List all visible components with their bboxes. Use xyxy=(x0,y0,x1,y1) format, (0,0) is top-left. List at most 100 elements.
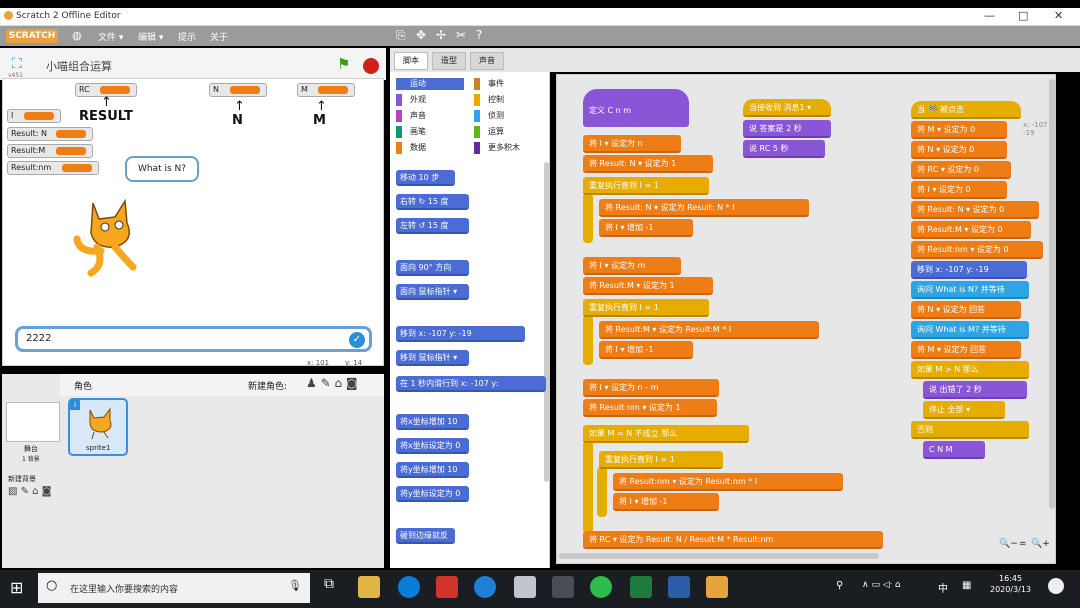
word-icon[interactable] xyxy=(668,576,690,598)
data-block[interactable]: 将 I ▾ 设定为 n - m xyxy=(583,379,719,397)
palette-block[interactable]: 移动 10 步 xyxy=(396,170,455,186)
grow-icon[interactable]: ✥ xyxy=(416,28,426,42)
close-button[interactable]: ✕ xyxy=(1054,9,1063,22)
menu-tips[interactable]: 提示 xyxy=(178,30,196,43)
palette-block[interactable]: 将y坐标设定为 0 xyxy=(396,486,469,502)
data-block[interactable]: 将 I ▾ 设定为 m xyxy=(583,257,681,275)
menu-file[interactable]: 文件 ▾ xyxy=(98,30,123,43)
flag-script-block[interactable]: 询问 What is M? 并等待 xyxy=(911,321,1029,339)
data-block[interactable]: 将 Result:M ▾ 设定为 1 xyxy=(583,277,713,295)
flag-script-block[interactable]: 将 M ▾ 设定为 0 xyxy=(911,121,1007,139)
data-block[interactable]: 将 RC ▾ 设定为 Result: N / Result:M * Result… xyxy=(583,531,883,549)
backdrop-tools-icon[interactable]: ▨ ✎ ⌂ ◙ xyxy=(8,486,51,497)
stop-icon[interactable] xyxy=(363,58,379,74)
data-block[interactable]: 将 I ▾ 增加 -1 xyxy=(613,493,719,511)
palette-block[interactable]: 在 1 秒内滑行到 x: -107 y: xyxy=(396,376,546,392)
windows-start-icon[interactable]: ⊞ xyxy=(10,578,23,597)
help-icon[interactable]: ? xyxy=(476,28,482,42)
say-block[interactable]: 说 RC 5 秒 xyxy=(743,140,825,158)
flag-script-block[interactable]: 移到 x: -107 y: -19 xyxy=(911,261,1027,279)
flag-script-block[interactable]: 停止 全部 ▾ xyxy=(923,401,1005,419)
notification-icon[interactable] xyxy=(1048,578,1064,594)
category-0[interactable]: 运动 xyxy=(396,78,464,90)
horizontal-scrollbar[interactable] xyxy=(559,553,879,559)
palette-block[interactable]: 将y坐标增加 10 xyxy=(396,462,469,478)
minimize-button[interactable]: — xyxy=(984,9,995,22)
category-4[interactable]: 数据 xyxy=(396,142,464,154)
flag-script-block[interactable]: 将 RC ▾ 设定为 0 xyxy=(911,161,1011,179)
flag-script-block[interactable]: 将 I ▾ 设定为 0 xyxy=(911,181,1007,199)
control-block[interactable]: 如果 M = N 不成立 那么 xyxy=(583,425,749,443)
zoom-reset-icon[interactable]: = xyxy=(1019,539,1027,549)
zoom-in-icon[interactable]: 🔍+ xyxy=(1031,539,1050,549)
category-8[interactable]: 运算 xyxy=(474,126,542,138)
when-receive-block[interactable]: 当接收到 消息1 ▾ xyxy=(743,99,831,117)
edge-icon[interactable] xyxy=(398,576,420,598)
category-7[interactable]: 侦测 xyxy=(474,110,542,122)
taskbar-search[interactable]: ○ 在这里输入你要搜索的内容 🎙 xyxy=(38,573,310,603)
flag-script-block[interactable]: 将 Result:nm ▾ 设定为 0 xyxy=(911,241,1043,259)
info-icon[interactable]: i xyxy=(70,400,80,410)
ie-icon[interactable] xyxy=(474,576,496,598)
flag-script-block[interactable]: 将 M ▾ 设定为 回答 xyxy=(911,341,1021,359)
palette-block[interactable]: 碰到边缘就反弹 xyxy=(396,528,455,556)
maximize-button[interactable]: □ xyxy=(1018,9,1028,22)
flag-script-block[interactable]: 将 Result:M ▾ 设定为 0 xyxy=(911,221,1031,239)
vertical-scrollbar[interactable] xyxy=(1049,79,1055,509)
green-flag-icon[interactable]: ⚑ xyxy=(337,55,350,73)
file-explorer-icon[interactable] xyxy=(358,576,380,598)
app-icon[interactable] xyxy=(514,576,536,598)
menu-edit[interactable]: 编辑 ▾ xyxy=(138,30,163,43)
say-block[interactable]: 说 答案是 2 秒 xyxy=(743,120,831,138)
flag-script-block[interactable]: 如果 M > N 那么 xyxy=(911,361,1029,379)
flag-script-block[interactable]: 询问 What is N? 并等待 xyxy=(911,281,1029,299)
data-block[interactable]: 将 I ▾ 设定为 n xyxy=(583,135,681,153)
check-icon[interactable]: ✓ xyxy=(349,332,365,348)
data-block[interactable]: 将 Result: N ▾ 设定为 1 xyxy=(583,155,713,173)
flag-script-block[interactable]: C N M xyxy=(923,441,985,459)
data-block[interactable]: 将 Result:nm ▾ 设定为 1 xyxy=(583,399,717,417)
data-block[interactable]: 将 Result:nm ▾ 设定为 Result:nm * I xyxy=(613,473,843,491)
palette-block[interactable]: 将x坐标设定为 0 xyxy=(396,438,469,454)
wechat-icon[interactable] xyxy=(590,576,612,598)
flag-script-block[interactable]: 否则 xyxy=(911,421,1029,439)
ime-indicator[interactable]: 中 xyxy=(938,580,948,595)
palette-block[interactable]: 右转 ↻ 15 度 xyxy=(396,194,469,210)
scratch-taskbar-icon[interactable] xyxy=(706,576,728,598)
palette-block[interactable]: 移到 x: -107 y: -19 xyxy=(396,326,525,342)
palette-block[interactable]: 左转 ↺ 15 度 xyxy=(396,218,469,234)
data-block[interactable]: 将 I ▾ 增加 -1 xyxy=(599,341,693,359)
ime-icon[interactable]: ▦ xyxy=(962,580,971,591)
tab-scripts[interactable]: 脚本 xyxy=(394,52,428,70)
tray-icons[interactable]: ∧ ▭ ◁ᐧ ⌂ xyxy=(862,580,901,590)
data-block[interactable]: 将 Result:M ▾ 设定为 Result:M * I xyxy=(599,321,819,339)
script-area[interactable]: 定义 C n m 将 I ▾ 设定为 n 将 Result: N ▾ 设定为 1 重… xyxy=(556,74,1056,564)
project-title[interactable]: 小喵组合运算 xyxy=(46,58,112,74)
flag-script-block[interactable]: 说 出错了 2 秒 xyxy=(923,381,1027,399)
category-9[interactable]: 更多积木 xyxy=(474,142,542,154)
zoom-out-icon[interactable]: 🔍− xyxy=(999,539,1018,549)
flag-script-block[interactable]: 将 Result: N ▾ 设定为 0 xyxy=(911,201,1039,219)
stage-thumbnail[interactable] xyxy=(6,402,60,442)
category-6[interactable]: 控制 xyxy=(474,94,542,106)
palette-block[interactable]: 将x坐标增加 10 xyxy=(396,414,469,430)
data-block[interactable]: 将 Result: N ▾ 设定为 Result: N * I xyxy=(599,199,809,217)
menu-about[interactable]: 关于 xyxy=(210,30,228,43)
excel-icon[interactable] xyxy=(630,576,652,598)
flag-script-block[interactable]: 将 N ▾ 设定为 回答 xyxy=(911,301,1021,319)
task-view-icon[interactable]: ⧉ xyxy=(318,576,340,598)
scratch-logo[interactable]: SCRATCH xyxy=(6,29,58,43)
shrink-icon[interactable]: ✢ xyxy=(436,28,446,42)
tab-costumes[interactable]: 造型 xyxy=(432,52,466,70)
palette-block[interactable]: 面向 90° 方向 xyxy=(396,260,469,276)
app-icon[interactable] xyxy=(436,576,458,598)
tab-sounds[interactable]: 声音 xyxy=(470,52,504,70)
sprite-tools-icon[interactable]: ♟ ✎ ⌂ ◙ xyxy=(306,376,358,390)
sprite-thumbnail[interactable]: i sprite1 xyxy=(68,398,128,456)
control-block[interactable]: 重复执行直到 I = 1 xyxy=(583,177,709,195)
when-flag-clicked-block[interactable]: 当 🏁 被点击 xyxy=(911,101,1021,119)
delete-icon[interactable]: ✂ xyxy=(456,28,466,42)
answer-input[interactable]: 2222 ✓ xyxy=(15,326,372,352)
category-1[interactable]: 外观 xyxy=(396,94,464,106)
app-icon[interactable] xyxy=(552,576,574,598)
